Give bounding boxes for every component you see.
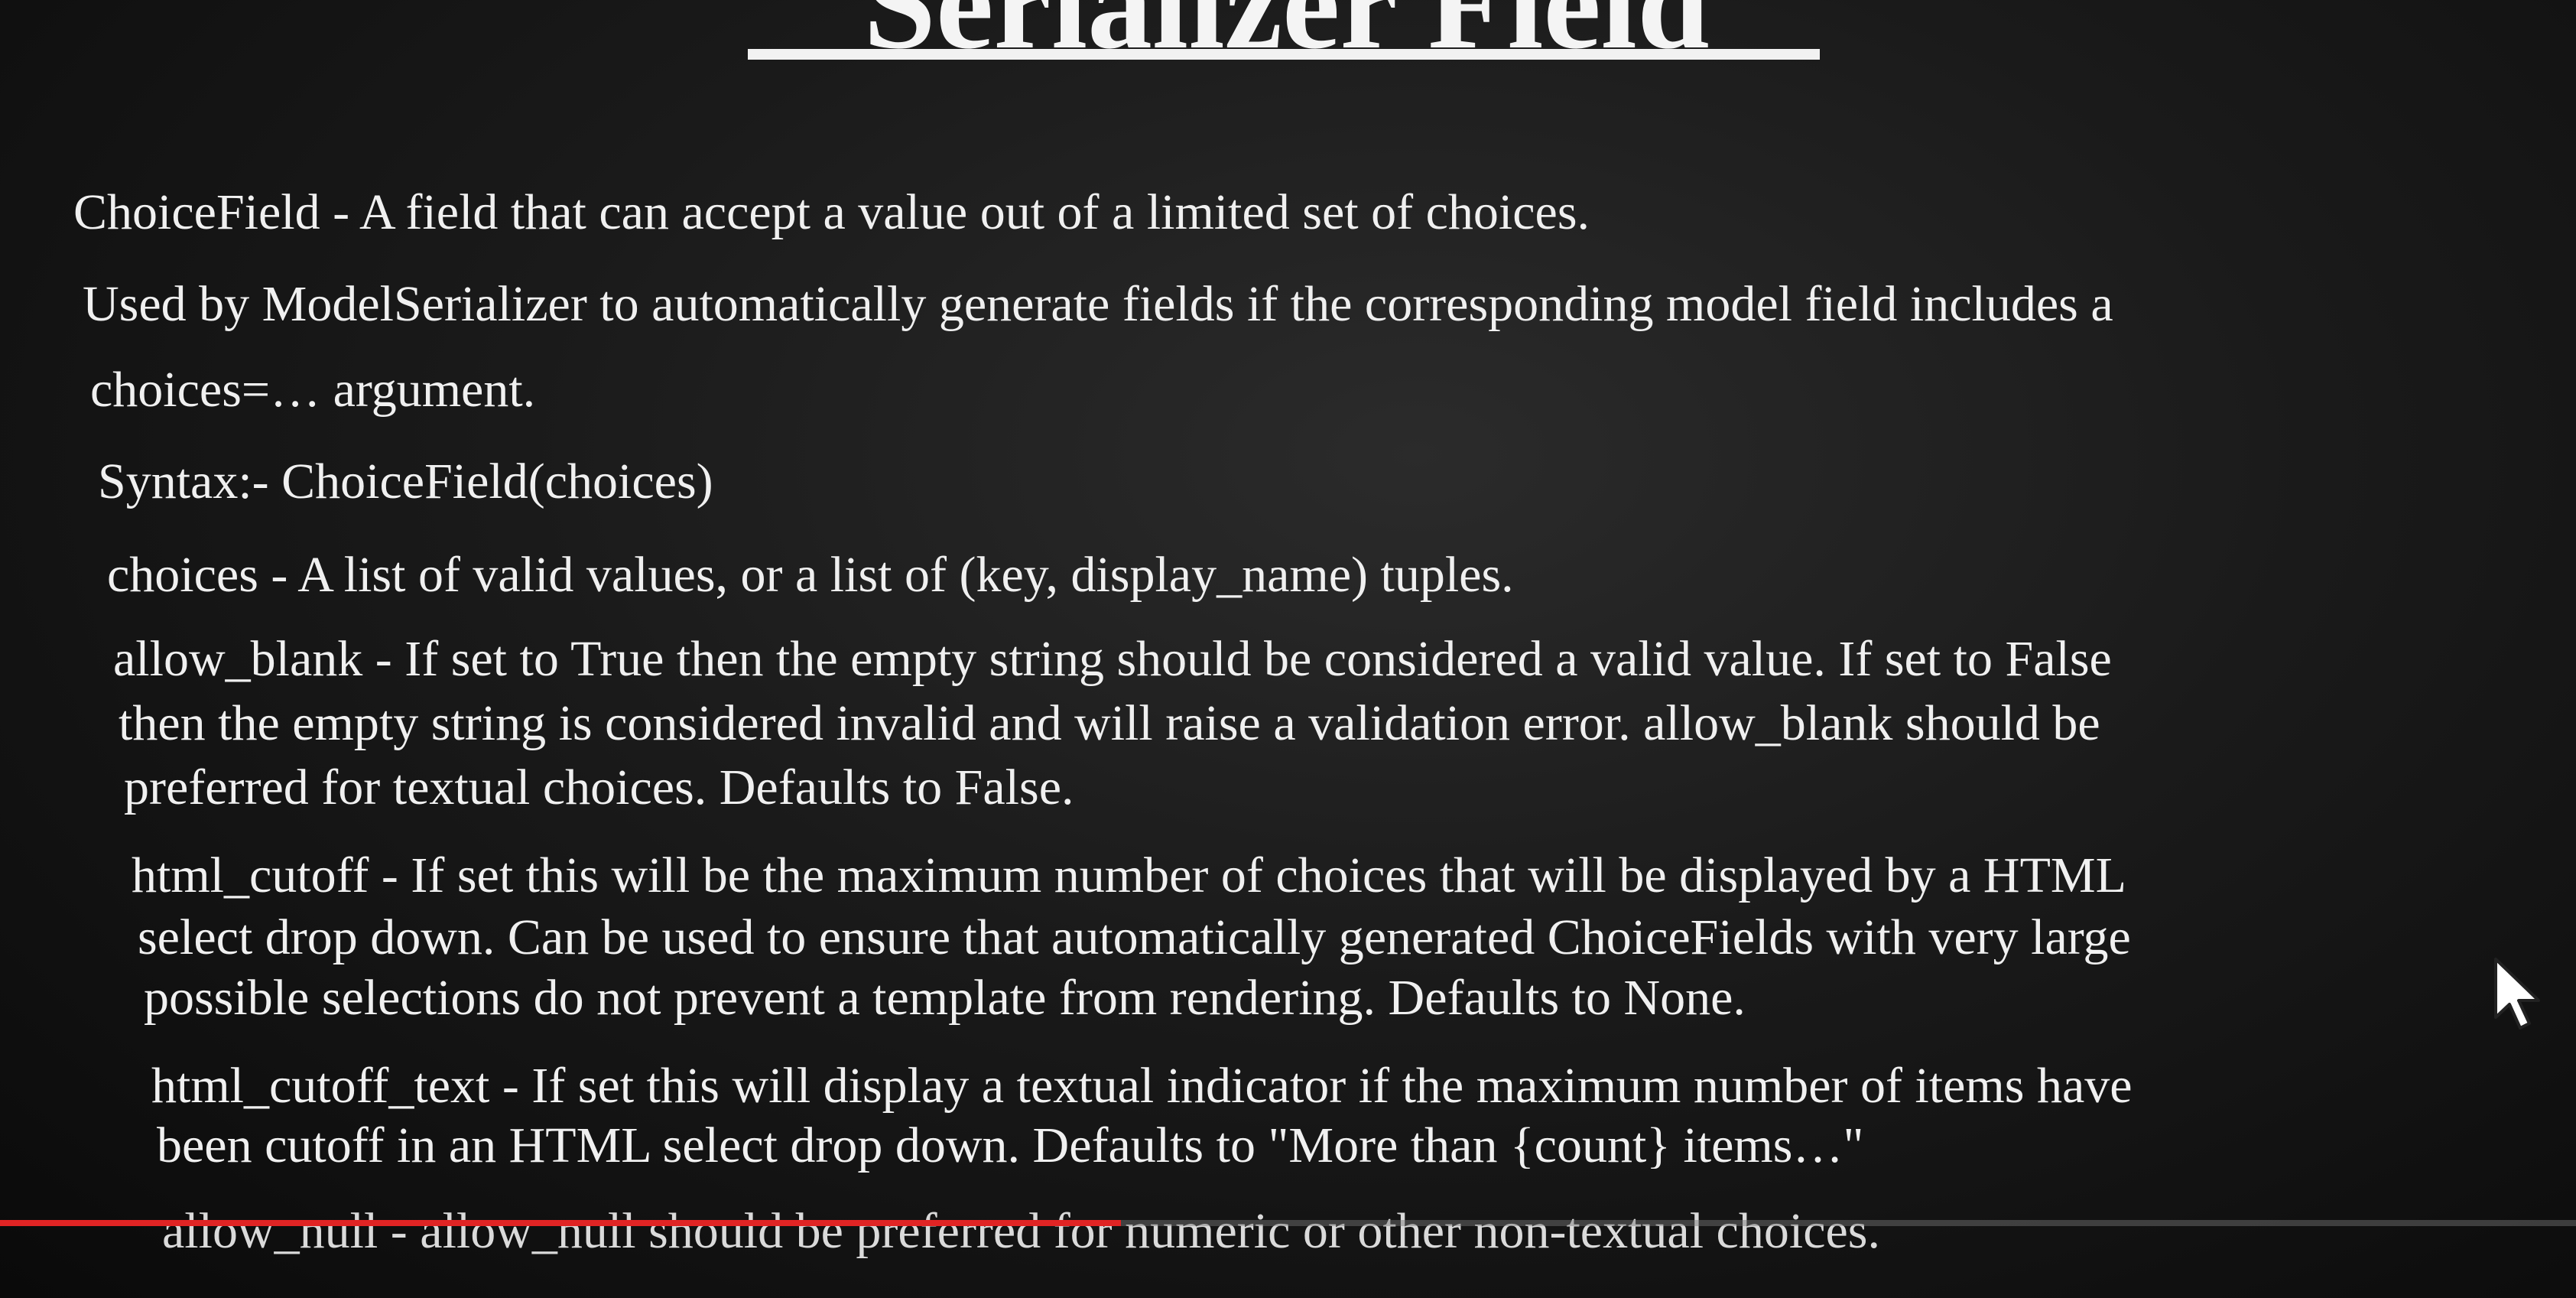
html-cutoff-text-line-2: been cutoff in an HTML select drop down.… — [157, 1117, 1864, 1173]
modelserializer-note-line-2: choices=… argument. — [90, 362, 536, 418]
html-cutoff-text-line-1: html_cutoff_text - If set this will disp… — [151, 1058, 2133, 1114]
html-cutoff-line-2: select drop down. Can be used to ensure … — [138, 909, 2131, 965]
allow-null-line: allow_null - allow_null should be prefer… — [162, 1203, 1880, 1259]
title-underline — [748, 49, 1820, 60]
html-cutoff-line-1: html_cutoff - If set this will be the ma… — [132, 847, 2126, 903]
html-cutoff-line-3: possible selections do not prevent a tem… — [144, 970, 1746, 1026]
modelserializer-note-line-1: Used by ModelSerializer to automatically… — [83, 276, 2113, 332]
video-frame[interactable]: Serializer Field ChoiceField - A field t… — [0, 0, 2576, 1298]
syntax-line: Syntax:- ChoiceField(choices) — [98, 454, 713, 509]
mouse-pointer-icon — [2494, 958, 2540, 1030]
allow-blank-line-1: allow_blank - If set to True then the em… — [113, 631, 2112, 687]
choicefield-description: ChoiceField - A field that can accept a … — [73, 184, 1590, 240]
video-progress-played — [0, 1220, 1121, 1226]
allow-blank-line-2: then the empty string is considered inva… — [119, 695, 2100, 751]
choices-argument: choices - A list of valid values, or a l… — [107, 547, 1514, 603]
video-progress-bar[interactable] — [0, 1220, 2576, 1226]
allow-blank-line-3: preferred for textual choices. Defaults … — [124, 760, 1074, 815]
